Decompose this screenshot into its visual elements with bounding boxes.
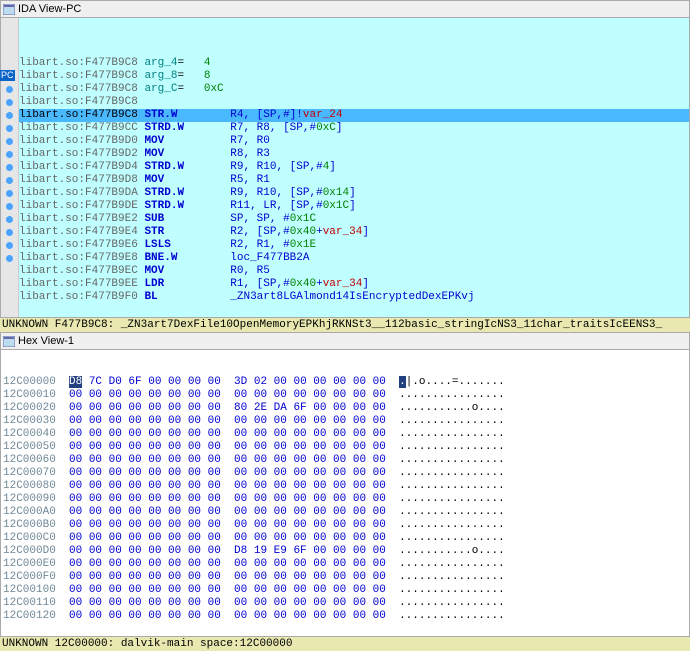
- disasm-line[interactable]: libart.so:F477B9F0 BL _ZN3art8LGAlmond14…: [19, 291, 689, 304]
- ida-view-titlebar[interactable]: IDA View-PC: [0, 0, 690, 18]
- hex-line[interactable]: 12C00060 00 00 00 00 00 00 00 00 00 00 0…: [1, 454, 689, 467]
- breakpoint-dot[interactable]: [6, 112, 13, 119]
- breakpoint-dot[interactable]: [6, 242, 13, 249]
- hex-line[interactable]: 12C00100 00 00 00 00 00 00 00 00 00 00 0…: [1, 584, 689, 597]
- ida-view-pane[interactable]: PC libart.so:F477B9C8 arg_4= 4libart.so:…: [0, 18, 690, 318]
- hex-line[interactable]: 12C00080 00 00 00 00 00 00 00 00 00 00 0…: [1, 480, 689, 493]
- hex-line[interactable]: 12C00090 00 00 00 00 00 00 00 00 00 00 0…: [1, 493, 689, 506]
- hex-line[interactable]: 12C00110 00 00 00 00 00 00 00 00 00 00 0…: [1, 597, 689, 610]
- disasm-line[interactable]: libart.so:F477B9D4 STRD.W R9, R10, [SP,#…: [19, 161, 689, 174]
- ida-view-title: IDA View-PC: [18, 3, 81, 15]
- hex-line[interactable]: 12C00070 00 00 00 00 00 00 00 00 00 00 0…: [1, 467, 689, 480]
- hex-view-title: Hex View-1: [18, 335, 74, 347]
- disasm-line[interactable]: libart.so:F477B9E6 LSLS R2, R1, #0x1E: [19, 239, 689, 252]
- hex-line[interactable]: 12C00050 00 00 00 00 00 00 00 00 00 00 0…: [1, 441, 689, 454]
- breakpoint-dot[interactable]: [6, 125, 13, 132]
- breakpoint-dot[interactable]: [6, 229, 13, 236]
- ida-gutter: PC: [1, 18, 19, 317]
- hex-line[interactable]: 12C00020 00 00 00 00 00 00 00 00 80 2E D…: [1, 402, 689, 415]
- disasm-line[interactable]: libart.so:F477B9E4 STR R2, [SP,#0x40+var…: [19, 226, 689, 239]
- hex-line[interactable]: 12C00040 00 00 00 00 00 00 00 00 00 00 0…: [1, 428, 689, 441]
- disasm-line[interactable]: libart.so:F477B9D2 MOV R8, R3: [19, 148, 689, 161]
- pc-marker: PC: [0, 70, 15, 81]
- hex-line[interactable]: 12C000B0 00 00 00 00 00 00 00 00 00 00 0…: [1, 519, 689, 532]
- breakpoint-dot[interactable]: [6, 255, 13, 262]
- hex-line[interactable]: 12C00030 00 00 00 00 00 00 00 00 00 00 0…: [1, 415, 689, 428]
- hex-status-line: UNKNOWN 12C00000: dalvik-main space:12C0…: [0, 637, 690, 651]
- disasm-line[interactable]: libart.so:F477B9D8 MOV R5, R1: [19, 174, 689, 187]
- pane-icon: [3, 4, 15, 15]
- disasm-line[interactable]: libart.so:F477B9EE LDR R1, [SP,#0x40+var…: [19, 278, 689, 291]
- disasm-line[interactable]: libart.so:F477B9E2 SUB SP, SP, #0x1C: [19, 213, 689, 226]
- hex-line[interactable]: 12C000F0 00 00 00 00 00 00 00 00 00 00 0…: [1, 571, 689, 584]
- disasm-line[interactable]: libart.so:F477B9EC MOV R0, R5: [19, 265, 689, 278]
- disasm-line[interactable]: libart.so:F477B9D0 MOV R7, R0: [19, 135, 689, 148]
- breakpoint-dot[interactable]: [6, 216, 13, 223]
- ida-status-line: UNKNOWN F477B9C8: _ZN3art7DexFile10OpenM…: [0, 318, 690, 332]
- disasm-line[interactable]: libart.so:F477B9C8 STR.W R4, [SP,#]!var_…: [19, 109, 689, 122]
- disasm-line[interactable]: libart.so:F477B9C8 arg_C= 0xC: [19, 83, 689, 96]
- breakpoint-dot[interactable]: [6, 151, 13, 158]
- disasm-line[interactable]: libart.so:F477B9DA STRD.W R9, R10, [SP,#…: [19, 187, 689, 200]
- breakpoint-dot[interactable]: [6, 164, 13, 171]
- hex-line[interactable]: 12C000E0 00 00 00 00 00 00 00 00 00 00 0…: [1, 558, 689, 571]
- hex-line[interactable]: 12C00120 00 00 00 00 00 00 00 00 00 00 0…: [1, 610, 689, 623]
- disasm-line[interactable]: libart.so:F477B9C8: [19, 96, 689, 109]
- breakpoint-dot[interactable]: [6, 203, 13, 210]
- breakpoint-dot[interactable]: [6, 138, 13, 145]
- breakpoint-dot[interactable]: [6, 86, 13, 93]
- hex-line[interactable]: 12C00010 00 00 00 00 00 00 00 00 00 00 0…: [1, 389, 689, 402]
- disasm-line[interactable]: libart.so:F477B9C8 arg_4= 4: [19, 57, 689, 70]
- disasm-line[interactable]: libart.so:F477B9DE STRD.W R11, LR, [SP,#…: [19, 200, 689, 213]
- hex-view-titlebar[interactable]: Hex View-1: [0, 332, 690, 350]
- hex-line[interactable]: 12C000C0 00 00 00 00 00 00 00 00 00 00 0…: [1, 532, 689, 545]
- hex-line[interactable]: 12C000A0 00 00 00 00 00 00 00 00 00 00 0…: [1, 506, 689, 519]
- breakpoint-dot[interactable]: [6, 190, 13, 197]
- hex-view-pane[interactable]: 12C00000 D8 7C D0 6F 00 00 00 00 3D 02 0…: [0, 350, 690, 637]
- disasm-line[interactable]: libart.so:F477B9E8 BNE.W loc_F477BB2A: [19, 252, 689, 265]
- hex-line[interactable]: 12C000D0 00 00 00 00 00 00 00 00 D8 19 E…: [1, 545, 689, 558]
- pane-icon: [3, 336, 15, 347]
- disasm-line[interactable]: libart.so:F477B9C8 arg_8= 8: [19, 70, 689, 83]
- disasm-line[interactable]: libart.so:F477B9CC STRD.W R7, R8, [SP,#0…: [19, 122, 689, 135]
- breakpoint-dot[interactable]: [6, 99, 13, 106]
- breakpoint-dot[interactable]: [6, 177, 13, 184]
- hex-line[interactable]: 12C00000 D8 7C D0 6F 00 00 00 00 3D 02 0…: [1, 376, 689, 389]
